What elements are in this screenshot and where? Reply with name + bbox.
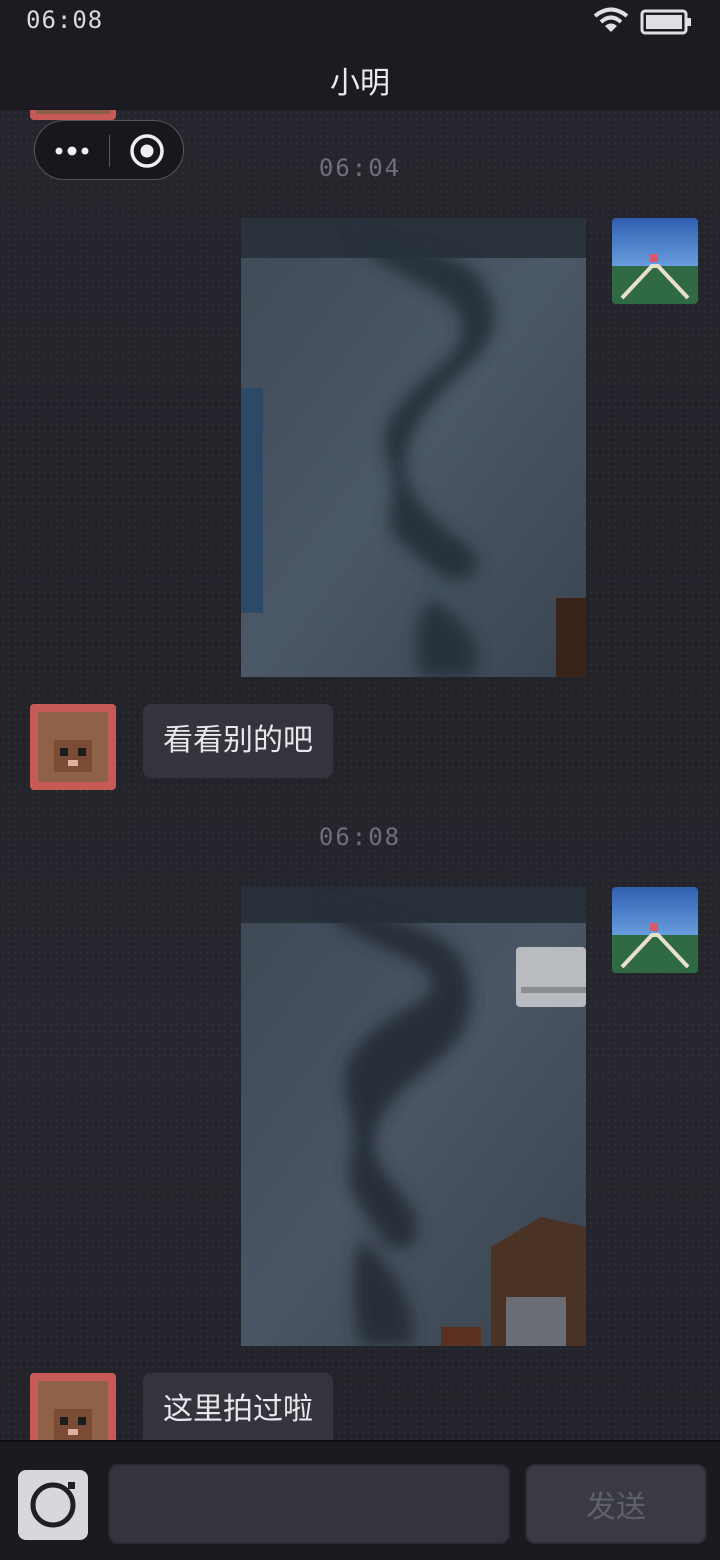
send-button[interactable]: 发送 (525, 1464, 707, 1544)
status-bar: 06:08 (0, 0, 720, 44)
chat-title: 小明 (330, 66, 390, 101)
image-message[interactable] (241, 218, 586, 677)
chat-area[interactable]: 06:04 看看别的吧 06:08 这里拍过啦 (0, 110, 720, 1440)
camera-icon (30, 1482, 76, 1528)
contact-avatar[interactable] (30, 110, 116, 120)
image-message[interactable] (241, 887, 586, 1346)
contact-avatar[interactable] (30, 1373, 116, 1440)
more-button[interactable] (35, 121, 109, 181)
camera-button[interactable] (18, 1470, 88, 1540)
navigation-bar: 小明 (0, 44, 720, 110)
more-dots-icon (55, 146, 89, 156)
message-timestamp: 06:08 (318, 823, 402, 851)
wifi-icon (593, 7, 629, 32)
message-input[interactable] (108, 1464, 510, 1544)
my-avatar[interactable] (612, 887, 698, 973)
contact-avatar[interactable] (30, 704, 116, 790)
text-message-bubble[interactable]: 看看别的吧 (143, 704, 333, 778)
battery-icon (640, 9, 691, 35)
input-bar: 发送 (0, 1440, 720, 1560)
status-time: 06:08 (26, 6, 104, 34)
text-message-bubble[interactable]: 这里拍过啦 (143, 1373, 333, 1440)
target-circle-icon (130, 134, 164, 168)
capsule-menu (34, 120, 184, 180)
my-avatar[interactable] (612, 218, 698, 304)
close-button[interactable] (110, 121, 184, 181)
